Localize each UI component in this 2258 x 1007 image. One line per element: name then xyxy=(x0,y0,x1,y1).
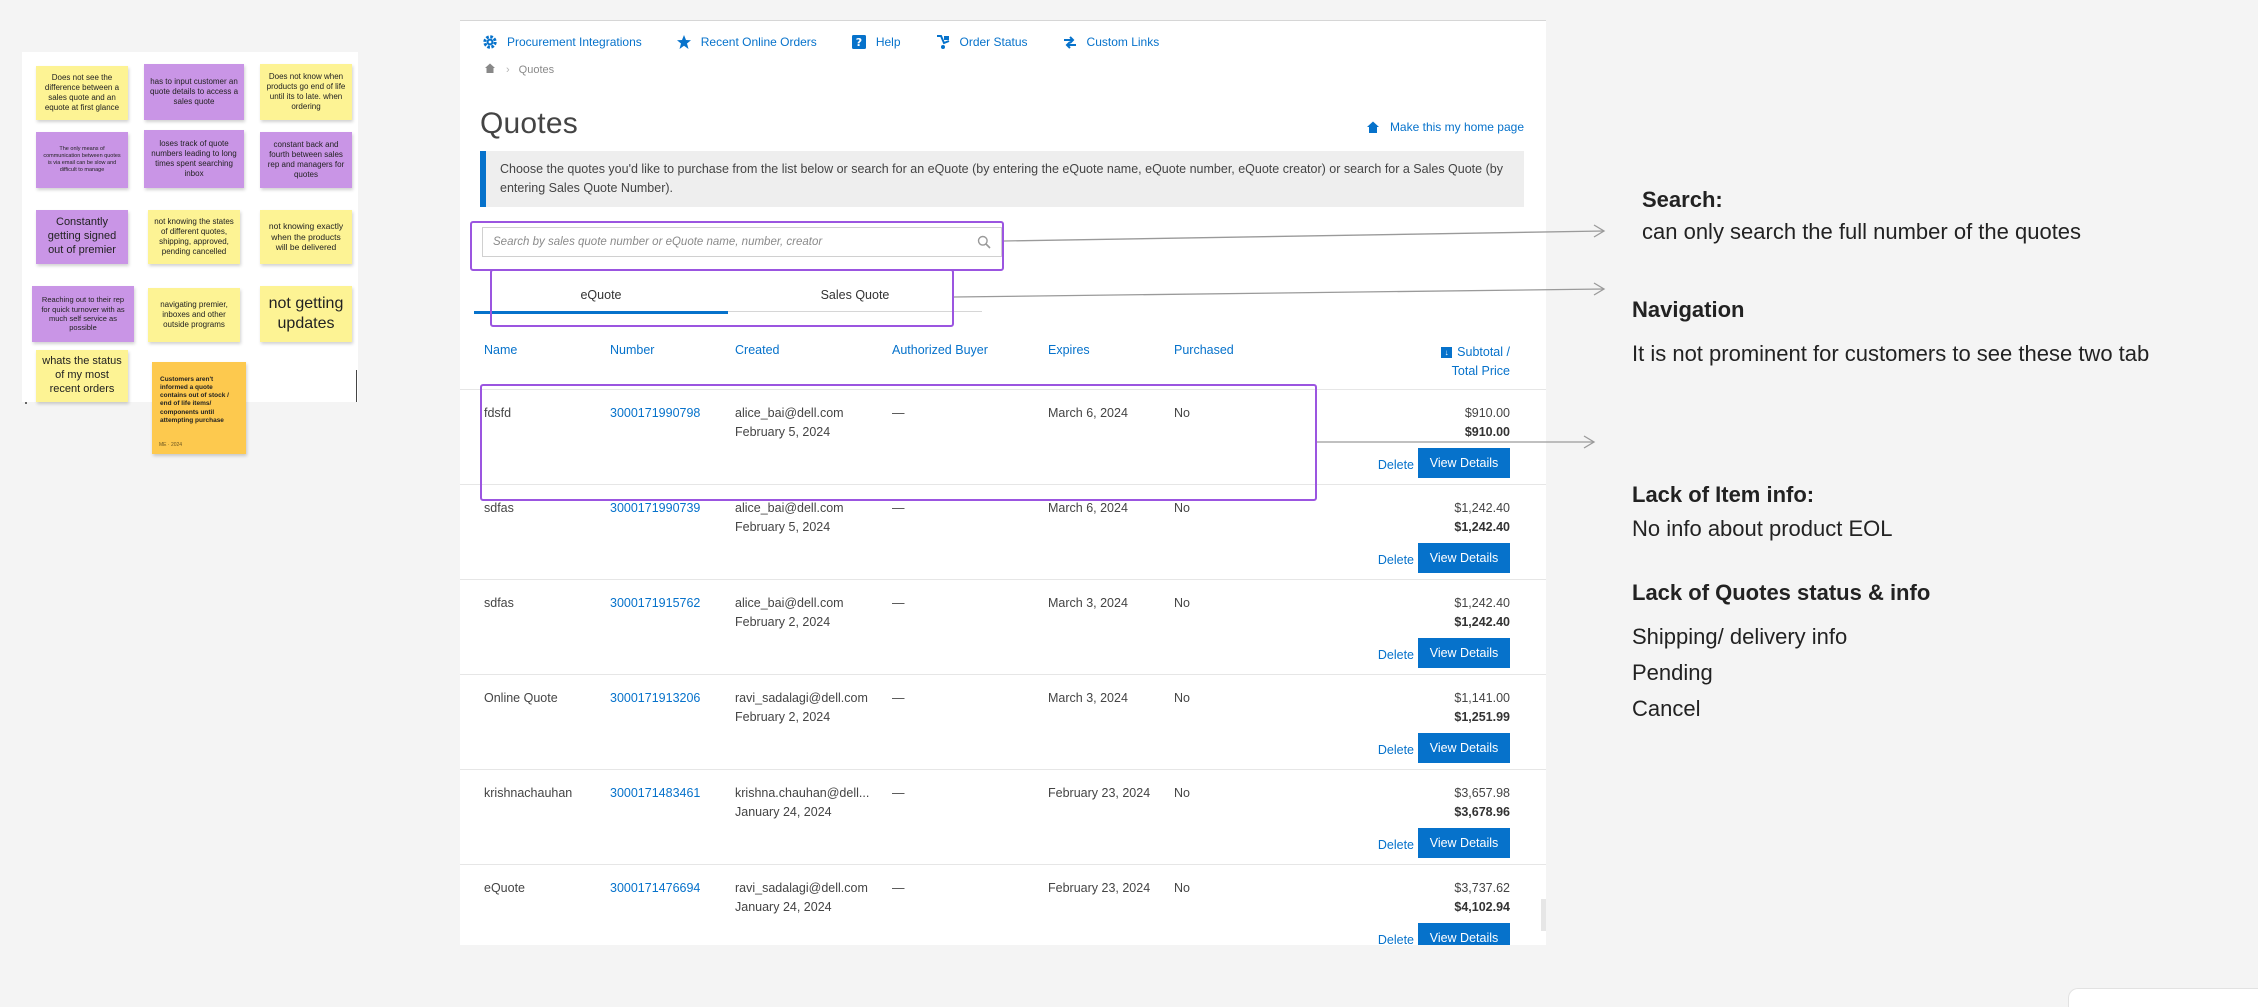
annotation-text: No info about product EOL xyxy=(1632,516,1893,541)
annotation-item-info: Lack of Item info: No info about product… xyxy=(1632,482,1893,542)
annotation-quotes-status: Lack of Quotes status & info Shipping/ d… xyxy=(1632,580,1930,722)
annotation-line: Pending xyxy=(1632,660,1713,685)
annotation-heading: Search: xyxy=(1642,187,1723,212)
annotation-heading: Lack of Quotes status & info xyxy=(1632,580,1931,605)
annotation-text: It is not prominent for customers to see… xyxy=(1632,341,2150,366)
annotation-text: can only search the full number of the q… xyxy=(1642,219,2082,244)
annotation-heading: Lack of Item info: xyxy=(1632,482,1815,507)
annotation-navigation: Navigation It is not prominent for custo… xyxy=(1632,297,2149,367)
annotation-search: Search: can only search the full number … xyxy=(1642,187,2081,245)
annotation-line: Cancel xyxy=(1632,696,1701,721)
annotation-heading: Navigation xyxy=(1632,297,1745,322)
annotation-arrows xyxy=(953,224,1606,449)
annotation-line: Shipping/ delivery info xyxy=(1632,624,1848,649)
corner-panel xyxy=(2068,988,2258,1007)
